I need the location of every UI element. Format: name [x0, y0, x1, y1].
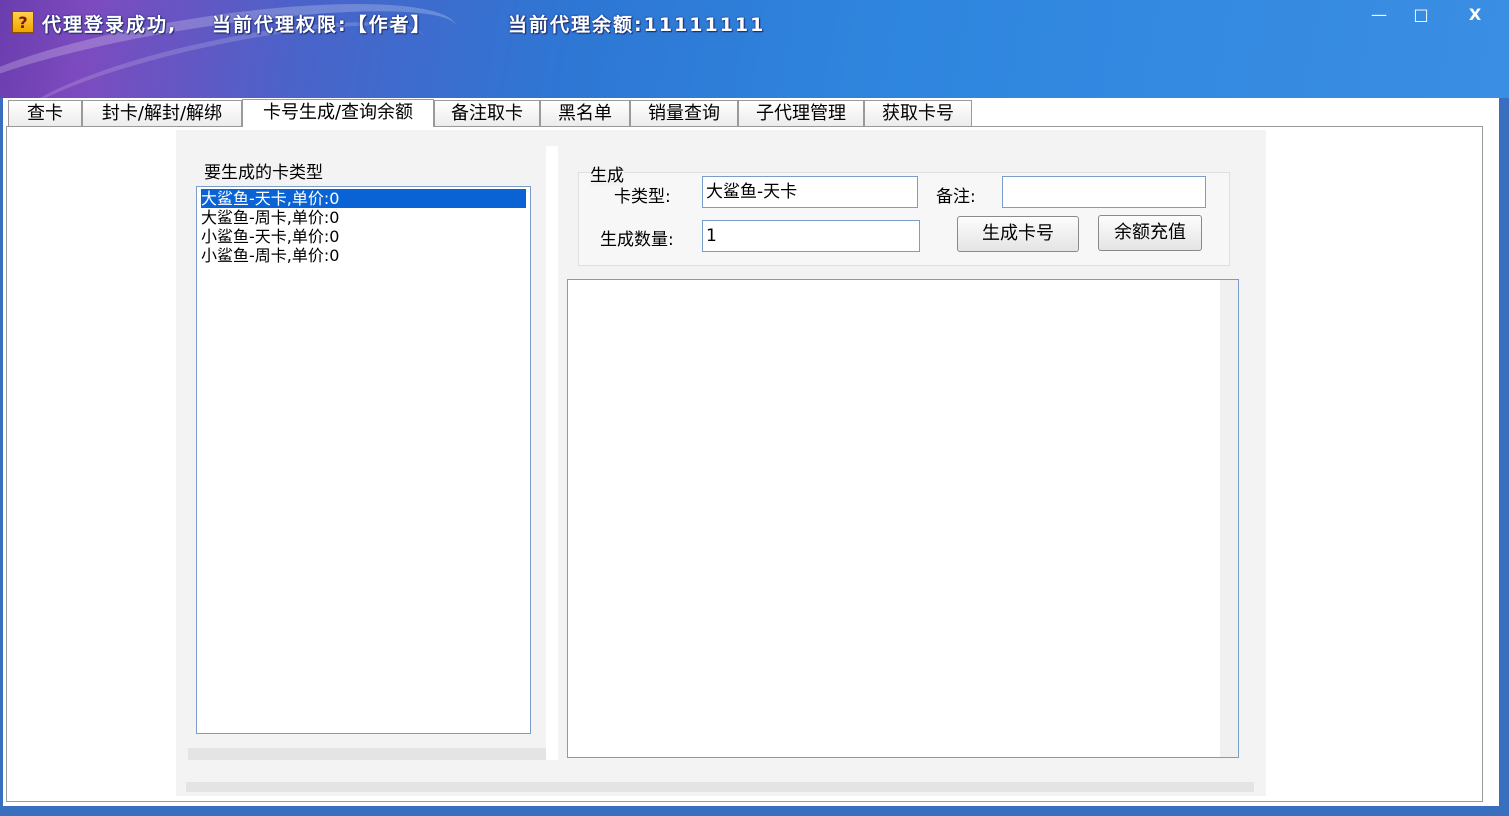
- output-textarea[interactable]: [567, 279, 1239, 758]
- list-item[interactable]: 大鲨鱼-周卡,单价:0: [201, 208, 339, 227]
- list-item[interactable]: 小鲨鱼-周卡,单价:0: [201, 246, 339, 265]
- window-border-bottom: [0, 806, 1509, 816]
- tab-get-cards[interactable]: 获取卡号: [864, 100, 972, 126]
- login-status-text: 代理登录成功,: [42, 14, 178, 36]
- card-type-group-label: 要生成的卡类型: [204, 158, 323, 183]
- maximize-button[interactable]: □: [1404, 4, 1438, 26]
- tab-sub-agents[interactable]: 子代理管理: [738, 100, 864, 126]
- generate-cards-button[interactable]: 生成卡号: [957, 216, 1079, 252]
- tab-sales[interactable]: 销量查询: [630, 100, 738, 126]
- title-bar[interactable]: ? 代理登录成功, 当前代理权限:【作者】 当前代理余额:11111111 — …: [0, 0, 1509, 98]
- card-type-field[interactable]: 大鲨鱼-天卡: [702, 176, 918, 208]
- card-type-label: 卡类型:: [614, 187, 671, 207]
- close-button[interactable]: X: [1458, 4, 1492, 26]
- tab-remark-fetch[interactable]: 备注取卡: [434, 100, 540, 126]
- main-window: ? 代理登录成功, 当前代理权限:【作者】 当前代理余额:11111111 — …: [0, 0, 1509, 816]
- remark-field[interactable]: [1002, 176, 1206, 208]
- remark-label: 备注:: [936, 187, 976, 207]
- recharge-button[interactable]: 余额充值: [1098, 215, 1202, 251]
- tab-check-card[interactable]: 查卡: [8, 100, 82, 126]
- window-border-right: [1499, 98, 1509, 816]
- tab-blacklist[interactable]: 黑名单: [540, 100, 630, 126]
- count-label: 生成数量:: [600, 230, 674, 250]
- window-border-left: [0, 98, 3, 816]
- left-panel-scrollbar: [188, 748, 546, 760]
- output-scrollbar[interactable]: [1220, 280, 1238, 757]
- permission-text: 当前代理权限:【作者】: [212, 14, 432, 36]
- question-app-icon: ?: [12, 11, 34, 33]
- list-item[interactable]: 大鲨鱼-天卡,单价:0: [201, 189, 526, 208]
- card-type-list[interactable]: 大鲨鱼-天卡,单价:0 大鲨鱼-周卡,单价:0 小鲨鱼-天卡,单价:0 小鲨鱼-…: [196, 186, 531, 734]
- tab-ban-unban[interactable]: 封卡/解封/解绑: [82, 100, 242, 126]
- minimize-button[interactable]: —: [1362, 4, 1396, 26]
- list-item[interactable]: 小鲨鱼-天卡,单价:0: [201, 227, 339, 246]
- tab-strip: 查卡 封卡/解封/解绑 卡号生成/查询余额 备注取卡 黑名单 销量查询 子代理管…: [8, 99, 1008, 127]
- bottom-scroll-track: [186, 782, 1254, 792]
- tab-generate-cards[interactable]: 卡号生成/查询余额: [242, 99, 434, 127]
- count-field[interactable]: 1: [702, 220, 920, 252]
- balance-text: 当前代理余额:11111111: [508, 14, 766, 36]
- panel-gap: [546, 146, 558, 760]
